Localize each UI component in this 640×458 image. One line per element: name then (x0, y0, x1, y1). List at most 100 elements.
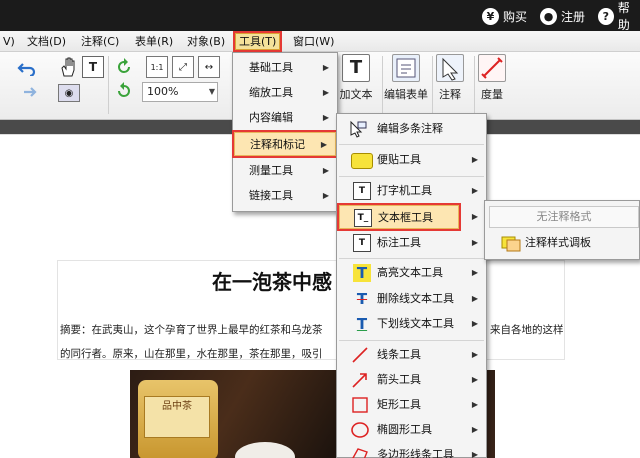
fit-width-icon: ↔ (204, 61, 214, 73)
menu-item-ellipse[interactable]: 椭圆形工具 ▶ (337, 418, 486, 442)
menu-document[interactable]: 文档(D) (24, 33, 69, 50)
chevron-right-icon: ▶ (471, 350, 478, 359)
menu-item-underline-text[interactable]: T 下划线文本工具 ▶ (337, 312, 486, 336)
measure-button[interactable]: 度量 (470, 54, 514, 102)
tea-cup (235, 442, 295, 458)
menu-item-edit-multiple[interactable]: 编辑多条注释 (337, 117, 486, 141)
rotate-right-button[interactable] (113, 80, 135, 102)
menu-item-measure-tools[interactable]: 测量工具 ▶ (233, 159, 337, 183)
menu-item-label: 注释样式调板 (525, 236, 591, 249)
rotate-left-button[interactable] (113, 56, 135, 78)
chevron-right-icon: ▶ (471, 212, 478, 221)
chevron-right-icon: ▶ (471, 294, 478, 303)
menu-object[interactable]: 对象(B) (184, 33, 228, 50)
yen-icon: ¥ (482, 7, 499, 25)
chevron-right-icon: ▶ (471, 375, 478, 384)
annotate-button[interactable]: 注释 (428, 54, 472, 102)
menu-item-label: 基础工具 (249, 61, 293, 74)
menu-view[interactable]: V) (0, 33, 18, 50)
buy-link[interactable]: ¥ 购买 (482, 6, 527, 26)
help-label: 帮助 (617, 1, 630, 32)
register-link[interactable]: ● 注册 (540, 6, 585, 26)
menu-item-label: 缩放工具 (249, 86, 293, 99)
textbox-arrow[interactable]: ▶ (459, 205, 486, 229)
menu-tools[interactable]: 工具(T) (232, 31, 283, 52)
menu-item-typewriter[interactable]: T 打字机工具 ▶ (337, 179, 486, 203)
undo-button[interactable] (16, 58, 38, 78)
menu-item-style-palette[interactable]: 注释样式调板 (485, 231, 639, 255)
menu-item-line[interactable]: 线条工具 ▶ (337, 343, 486, 367)
chevron-right-icon: ▶ (322, 113, 329, 122)
menu-item-label: 线条工具 (377, 348, 421, 361)
zoom-value: 100% (147, 85, 179, 98)
add-text-label: 加文本 (339, 88, 373, 101)
menu-item-arrow[interactable]: 箭头工具 ▶ (337, 368, 486, 392)
menu-comment[interactable]: 注释(C) (78, 33, 122, 50)
chevron-right-icon: ▶ (322, 191, 329, 200)
menu-item-comment-markup[interactable]: 注释和标记 ▶ (232, 130, 338, 158)
menu-item-label: 文本框工具 (378, 211, 433, 224)
tea-can-label: 品中茶 (144, 396, 210, 438)
menu-item-label: 测量工具 (249, 164, 293, 177)
menu-separator (339, 340, 484, 341)
menu-item-strikeout-text[interactable]: T 删除线文本工具 ▶ (337, 287, 486, 311)
actual-size-icon: 1:1 (150, 62, 164, 72)
menu-item-label: 便贴工具 (377, 153, 421, 166)
menu-item-rectangle[interactable]: 矩形工具 ▶ (337, 393, 486, 417)
chevron-right-icon: ▶ (471, 155, 478, 164)
menu-item-label: 高亮文本工具 (377, 266, 443, 279)
menu-separator (339, 144, 484, 145)
style-placeholder-field[interactable]: 无注释格式 (489, 206, 639, 228)
undo-icon (17, 63, 36, 76)
textbox-submenu: 无注释格式 注释样式调板 (484, 200, 640, 260)
menu-item-content-edit[interactable]: 内容编辑 ▶ (233, 106, 337, 130)
snapshot-button[interactable]: ◉ (58, 84, 80, 102)
sticky-note-icon (351, 153, 373, 169)
camera-icon: ◉ (64, 87, 74, 99)
chevron-right-icon: ▶ (322, 166, 329, 175)
zoom-select[interactable]: 100% ▼ (142, 82, 218, 102)
rotate-icon (118, 58, 130, 73)
style-placeholder-label: 无注释格式 (536, 210, 592, 223)
register-label: 注册 (561, 9, 586, 24)
menu-item-callout[interactable]: T 标注工具 ▶ (337, 231, 486, 255)
select-text-button[interactable]: T (82, 56, 104, 78)
menu-item-label: 椭圆形工具 (377, 423, 432, 436)
menu-item-textbox[interactable]: T_ 文本框工具 (337, 203, 461, 231)
actual-size-button[interactable]: 1:1 (146, 56, 168, 78)
chevron-right-icon: ▶ (322, 63, 329, 72)
fit-width-button[interactable]: ↔ (198, 56, 220, 78)
menu-item-sticky-note[interactable]: 便贴工具 ▶ (337, 148, 486, 172)
user-icon: ● (540, 7, 557, 25)
edit-form-button[interactable]: 编辑表单 (382, 54, 430, 102)
rectangle-icon (351, 396, 369, 414)
menu-item-label: 删除线文本工具 (377, 292, 454, 305)
fit-page-icon: ⤢ (179, 61, 187, 73)
menu-item-basic-tools[interactable]: 基础工具 ▶ (233, 56, 337, 80)
menu-item-label: 注释和标记 (250, 138, 305, 151)
annotate-icon (436, 54, 464, 82)
article-line-1-right: 来自各地的这样 (490, 324, 564, 336)
menu-window[interactable]: 窗口(W) (290, 33, 337, 50)
fit-page-button[interactable]: ⤢ (172, 56, 194, 78)
menu-item-zoom-tools[interactable]: 缩放工具 ▶ (233, 81, 337, 105)
menu-item-polyline[interactable]: 多边形线条工具 ▶ (337, 443, 486, 458)
help-icon: ? (598, 7, 614, 25)
menu-item-link-tools[interactable]: 链接工具 ▶ (233, 184, 337, 208)
hand-tool-button[interactable] (58, 56, 80, 78)
palette-icon (501, 234, 521, 252)
redo-button[interactable] (16, 82, 38, 102)
measure-label: 度量 (481, 88, 503, 101)
chevron-right-icon: ▶ (471, 238, 478, 247)
chevron-right-icon: ▶ (471, 425, 478, 434)
textbox-icon: T_ (354, 209, 372, 227)
add-text-button[interactable]: T 加文本 (334, 54, 378, 102)
menu-form[interactable]: 表单(R) (132, 33, 176, 50)
menu-separator (339, 258, 484, 259)
ellipse-icon (351, 421, 369, 439)
help-link[interactable]: ? 帮助 (598, 1, 640, 32)
menu-item-highlight-text[interactable]: T 高亮文本工具 ▶ (337, 261, 486, 285)
chevron-right-icon: ▶ (471, 319, 478, 328)
measure-icon (478, 54, 506, 82)
menu-item-label: 编辑多条注释 (377, 122, 443, 135)
